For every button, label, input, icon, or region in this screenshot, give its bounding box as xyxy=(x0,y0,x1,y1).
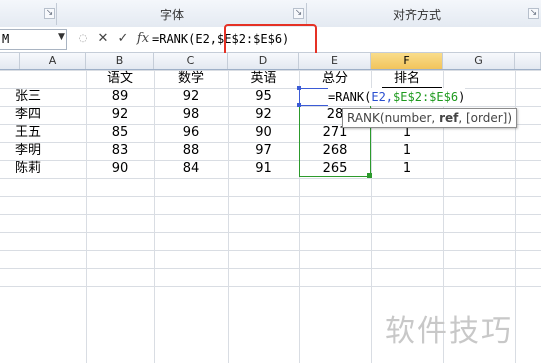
alignment-dialog-launcher-icon[interactable]: ↘ xyxy=(528,8,539,19)
separator-dots-icon: ◌ xyxy=(78,33,88,44)
gridline xyxy=(0,286,541,287)
cell-english[interactable]: 95 xyxy=(228,88,299,106)
reference-handle[interactable] xyxy=(297,86,301,90)
column-header-f[interactable]: F xyxy=(371,53,443,69)
column-header-d[interactable]: D xyxy=(228,53,299,69)
cell-name[interactable]: 李明 xyxy=(0,142,56,160)
column-header-c[interactable]: C xyxy=(154,53,228,69)
font-dialog-launcher-icon[interactable]: ↘ xyxy=(293,8,304,19)
ribbon-separator xyxy=(56,3,57,25)
column-header-h[interactable] xyxy=(515,53,541,69)
column-headers: A B C D E F G xyxy=(0,53,541,70)
font-group-label: 字体 xyxy=(160,8,185,22)
gridline xyxy=(0,214,541,215)
header-rank[interactable]: 排名 xyxy=(371,70,443,88)
header-english[interactable]: 英语 xyxy=(228,70,299,88)
reference-handle[interactable] xyxy=(297,103,301,107)
cell-chinese[interactable]: 90 xyxy=(86,160,154,178)
column-header-b[interactable]: B xyxy=(86,53,154,69)
cell-chinese[interactable]: 89 xyxy=(86,88,154,106)
header-math[interactable]: 数学 xyxy=(154,70,228,88)
cell-rank[interactable]: 1 xyxy=(371,142,443,160)
cell-math[interactable]: 84 xyxy=(154,160,228,178)
cell-math[interactable]: 96 xyxy=(154,124,228,142)
header-total[interactable]: 总分 xyxy=(299,70,371,88)
cell-chinese[interactable]: 83 xyxy=(86,142,154,160)
cell-english[interactable]: 92 xyxy=(228,106,299,124)
tooltip-function[interactable]: RANK(number, xyxy=(347,111,439,125)
cell-name[interactable]: 王五 xyxy=(0,124,56,142)
cell-name[interactable]: 陈莉 xyxy=(0,160,56,178)
function-tooltip: RANK(number, ref, [order]) xyxy=(342,108,518,128)
name-box[interactable]: M xyxy=(0,29,67,50)
ribbon-separator xyxy=(306,3,307,25)
tooltip-current-arg[interactable]: ref xyxy=(439,111,458,125)
corner-select-all[interactable] xyxy=(0,53,20,69)
gridline xyxy=(0,178,541,179)
formula-suffix: ) xyxy=(458,90,466,104)
formula-ref-e2: E2, xyxy=(371,90,394,104)
cell-math[interactable]: 98 xyxy=(154,106,228,124)
insert-function-icon[interactable]: fx xyxy=(136,31,150,46)
cell-english[interactable]: 90 xyxy=(228,124,299,142)
gridline xyxy=(0,250,541,251)
cell-english[interactable]: 97 xyxy=(228,142,299,160)
formula-prefix: =RANK( xyxy=(328,90,372,104)
gridline xyxy=(0,232,541,233)
header-chinese[interactable]: 语文 xyxy=(86,70,154,88)
cell-math[interactable]: 88 xyxy=(154,142,228,160)
cell-math[interactable]: 92 xyxy=(154,88,228,106)
column-header-g[interactable]: G xyxy=(443,53,515,69)
in-cell-formula-editor[interactable]: =RANK(E2,$E$2:$E$6) xyxy=(328,88,466,106)
cell-name[interactable]: 张三 xyxy=(0,88,56,106)
formula-buttons: ◌ ✕ ✓ fx xyxy=(76,29,150,48)
enter-icon[interactable]: ✓ xyxy=(116,31,130,46)
column-header-a[interactable]: A xyxy=(20,53,86,69)
column-header-e[interactable]: E xyxy=(299,53,371,69)
chevron-down-icon[interactable]: ▼ xyxy=(58,32,65,42)
dialog-launcher-icon[interactable]: ↘ xyxy=(44,8,55,19)
gridline xyxy=(0,268,541,269)
cell-chinese[interactable]: 92 xyxy=(86,106,154,124)
cell-chinese[interactable]: 85 xyxy=(86,124,154,142)
cancel-icon[interactable]: ✕ xyxy=(96,31,110,46)
cell-english[interactable]: 91 xyxy=(228,160,299,178)
watermark: 软件技巧 xyxy=(385,314,513,349)
range-resize-handle[interactable] xyxy=(367,173,372,178)
cell-name[interactable]: 李四 xyxy=(0,106,56,124)
tooltip-rest: , [order]) xyxy=(458,111,513,125)
formula-ref-range: $E$2:$E$6 xyxy=(393,90,459,104)
alignment-group-label: 对齐方式 xyxy=(393,8,442,22)
cell-rank[interactable]: 1 xyxy=(371,160,443,178)
gridline xyxy=(0,196,541,197)
